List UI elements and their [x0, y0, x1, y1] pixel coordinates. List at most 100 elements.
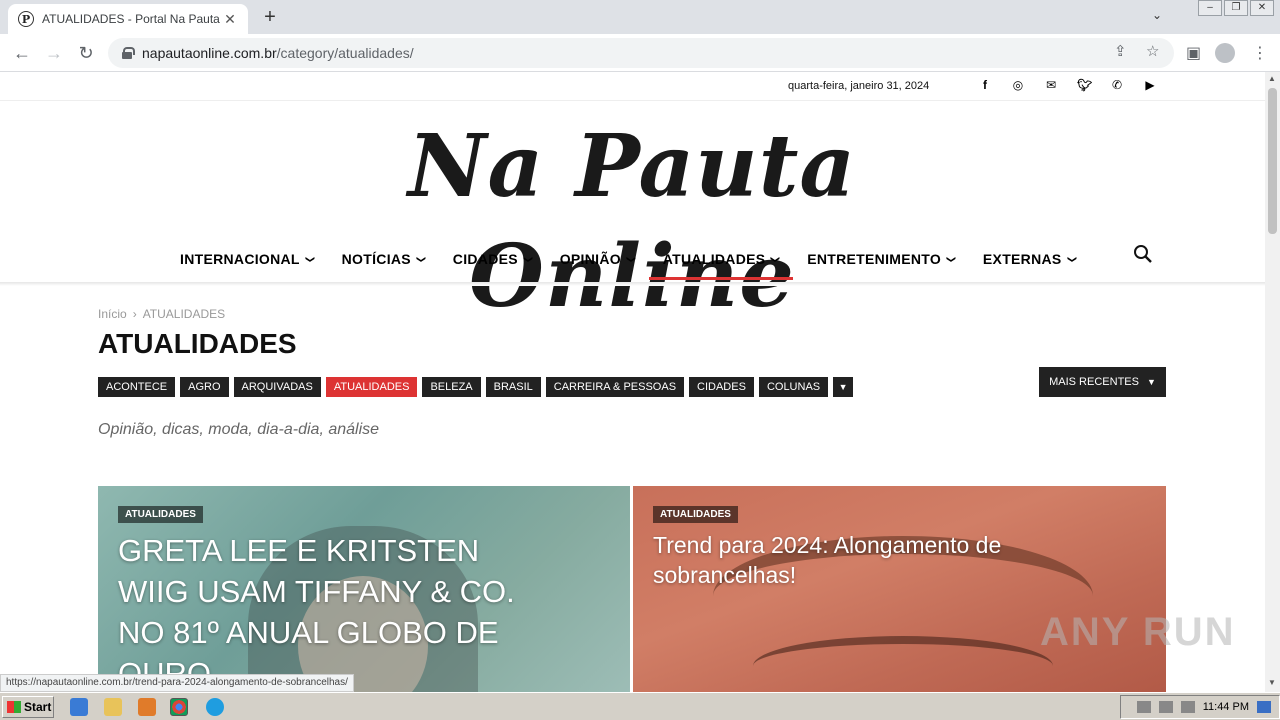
nav-item-atualidades[interactable]: ATUALIDADES ❯: [648, 239, 794, 280]
chevron-down-icon: ▼: [1146, 377, 1156, 387]
social-links: f ◎ ✉ 🐦︎ ✆ ▶: [978, 78, 1157, 92]
article-card[interactable]: ATUALIDADES Trend para 2024: Alongamento…: [633, 486, 1166, 692]
article-headline[interactable]: GRETA LEE E KRITSTEN WIIG USAM TIFFANY &…: [118, 530, 538, 692]
scroll-up-icon[interactable]: ▲: [1268, 74, 1276, 83]
site-favicon-icon: P: [18, 11, 34, 27]
instagram-icon[interactable]: ◎: [1011, 78, 1025, 92]
nav-label: NOTÍCIAS: [341, 251, 411, 267]
browser-menu-icon[interactable]: ⋮: [1252, 43, 1268, 63]
subcategory-acontece[interactable]: ACONTECE: [98, 377, 176, 397]
window-controls: – ❐ ✕: [1198, 0, 1274, 16]
forward-arrow-icon[interactable]: →: [44, 43, 64, 64]
volume-icon[interactable]: [1136, 701, 1151, 713]
link-status-bar: https://napautaonline.com.br/trend-para-…: [0, 674, 354, 692]
category-badge[interactable]: ATUALIDADES: [118, 506, 203, 523]
media-player-icon[interactable]: [138, 698, 156, 716]
mail-icon[interactable]: ✉: [1044, 78, 1058, 92]
subcategory-arquivadas[interactable]: ARQUIVADAS: [233, 377, 321, 397]
network-icon[interactable]: [1158, 701, 1173, 713]
reload-icon[interactable]: ↻: [76, 43, 96, 64]
lock-icon[interactable]: [122, 47, 135, 59]
chevron-down-icon: ❯: [1066, 255, 1077, 263]
web-page: quarta-feira, janeiro 31, 2024 f ◎ ✉ 🐦︎ …: [0, 72, 1265, 692]
nav-item-opiniao[interactable]: OPINIÃO ❯: [546, 239, 649, 279]
browser-tab[interactable]: P ATUALIDADES - Portal Na Pauta Onl ✕: [8, 4, 248, 34]
scroll-down-icon[interactable]: ▼: [1268, 678, 1276, 687]
clock[interactable]: 11:44 PM: [1203, 701, 1249, 713]
url-input[interactable]: napautaonline.com.br/category/atualidade…: [108, 38, 1174, 68]
show-desktop-icon[interactable]: [1257, 701, 1271, 713]
maximize-button[interactable]: ❐: [1224, 0, 1248, 16]
chevron-down-icon: ❯: [523, 255, 534, 263]
chevron-down-icon: ❯: [770, 255, 781, 263]
subcategory-cidades[interactable]: CIDADES: [689, 377, 754, 397]
subcategory-brasil[interactable]: BRASIL: [485, 377, 541, 397]
breadcrumb-current: ATUALIDADES: [142, 307, 226, 321]
page-scrollbar[interactable]: ▲ ▼: [1265, 72, 1280, 692]
nav-label: EXTERNAS: [982, 251, 1062, 267]
facebook-icon[interactable]: f: [978, 78, 992, 92]
nav-label: OPINIÃO: [559, 251, 621, 267]
nav-divider: [0, 282, 1265, 286]
share-icon[interactable]: ⇪: [1114, 42, 1127, 60]
file-explorer-icon[interactable]: [104, 698, 122, 716]
breadcrumb-home[interactable]: Início: [98, 307, 127, 321]
internet-explorer-icon[interactable]: [70, 698, 88, 716]
breadcrumb: Início › ATUALIDADES: [98, 307, 225, 321]
nav-label: CIDADES: [452, 251, 518, 267]
sort-dropdown[interactable]: MAIS RECENTES ▼: [1039, 367, 1166, 397]
nav-label: ENTRETENIMENTO: [807, 251, 942, 267]
whatsapp-icon[interactable]: ✆: [1110, 78, 1124, 92]
nav-item-internacional[interactable]: INTERNACIONAL ❯: [166, 239, 328, 279]
category-badge[interactable]: ATUALIDADES: [653, 506, 738, 523]
profile-avatar[interactable]: [1215, 43, 1235, 63]
side-panel-icon[interactable]: ▣: [1186, 43, 1201, 63]
nav-item-entretenimento[interactable]: ENTRETENIMENTO ❯: [793, 239, 969, 279]
more-subcategories-chevron-icon[interactable]: ▼: [833, 377, 854, 397]
sort-label: MAIS RECENTES: [1049, 376, 1139, 388]
bookmark-star-icon[interactable]: ☆: [1146, 42, 1159, 60]
subcategory-carreira-pessoas[interactable]: CARREIRA & PESSOAS: [545, 377, 685, 397]
start-button[interactable]: Start: [2, 696, 54, 718]
chevron-down-icon: ❯: [946, 255, 957, 263]
page-title: ATUALIDADES: [98, 328, 297, 359]
action-center-flag-icon[interactable]: [1180, 701, 1195, 713]
nav-item-cidades[interactable]: CIDADES ❯: [439, 239, 546, 279]
new-tab-button[interactable]: +: [260, 6, 280, 29]
chevron-down-icon: ❯: [305, 255, 316, 263]
taskbar: Start 11:44 PM: [0, 692, 1280, 720]
article-headline[interactable]: Trend para 2024: Alongamento de sobrance…: [653, 530, 1073, 590]
subcategory-agro[interactable]: AGRO: [180, 377, 229, 397]
address-bar-row: ← → ↻ napautaonline.com.br/category/atua…: [0, 34, 1280, 72]
top-bar: quarta-feira, janeiro 31, 2024 f ◎ ✉ 🐦︎ …: [0, 72, 1265, 101]
twitter-icon[interactable]: 🐦︎: [1077, 78, 1092, 92]
subcategory-atualidades[interactable]: ATUALIDADES: [325, 377, 418, 397]
current-date: quarta-feira, janeiro 31, 2024: [788, 80, 930, 92]
nav-label: ATUALIDADES: [662, 251, 766, 267]
tab-close-icon[interactable]: ✕: [222, 11, 238, 28]
edge-icon[interactable]: [206, 698, 224, 716]
url-path: /category/atualidades/: [276, 45, 414, 61]
scrollbar-thumb[interactable]: [1268, 88, 1277, 234]
search-icon[interactable]: [1133, 244, 1153, 264]
article-card[interactable]: ATUALIDADES GRETA LEE E KRITSTEN WIIG US…: [98, 486, 630, 692]
subcategory-beleza[interactable]: BELEZA: [422, 377, 481, 397]
anyrun-watermark-logo: ANY RUN: [1040, 610, 1236, 654]
youtube-icon[interactable]: ▶: [1143, 78, 1157, 92]
close-window-button[interactable]: ✕: [1250, 0, 1274, 16]
back-arrow-icon[interactable]: ←: [12, 43, 32, 64]
chevron-down-icon: ❯: [416, 255, 427, 263]
subcategory-colunas[interactable]: COLUNAS: [758, 377, 829, 397]
browser-tab-strip: P ATUALIDADES - Portal Na Pauta Onl ✕ + …: [0, 0, 1280, 34]
article-image-lashes: [753, 636, 1053, 692]
windows-logo-icon: [7, 701, 21, 713]
minimize-button[interactable]: –: [1198, 0, 1222, 16]
nav-label: INTERNACIONAL: [180, 251, 300, 267]
nav-item-externas[interactable]: EXTERNAS ❯: [969, 239, 1089, 279]
nav-item-noticias[interactable]: NOTÍCIAS ❯: [328, 239, 439, 279]
site-logo[interactable]: Na Pauta Online: [232, 112, 1032, 327]
tab-search-chevron-icon[interactable]: ⌄: [1152, 8, 1162, 22]
subcategory-list: ACONTECE AGRO ARQUIVADAS ATUALIDADES BEL…: [98, 377, 854, 397]
chrome-icon[interactable]: [170, 698, 188, 716]
url-domain: napautaonline.com.br: [142, 45, 277, 61]
